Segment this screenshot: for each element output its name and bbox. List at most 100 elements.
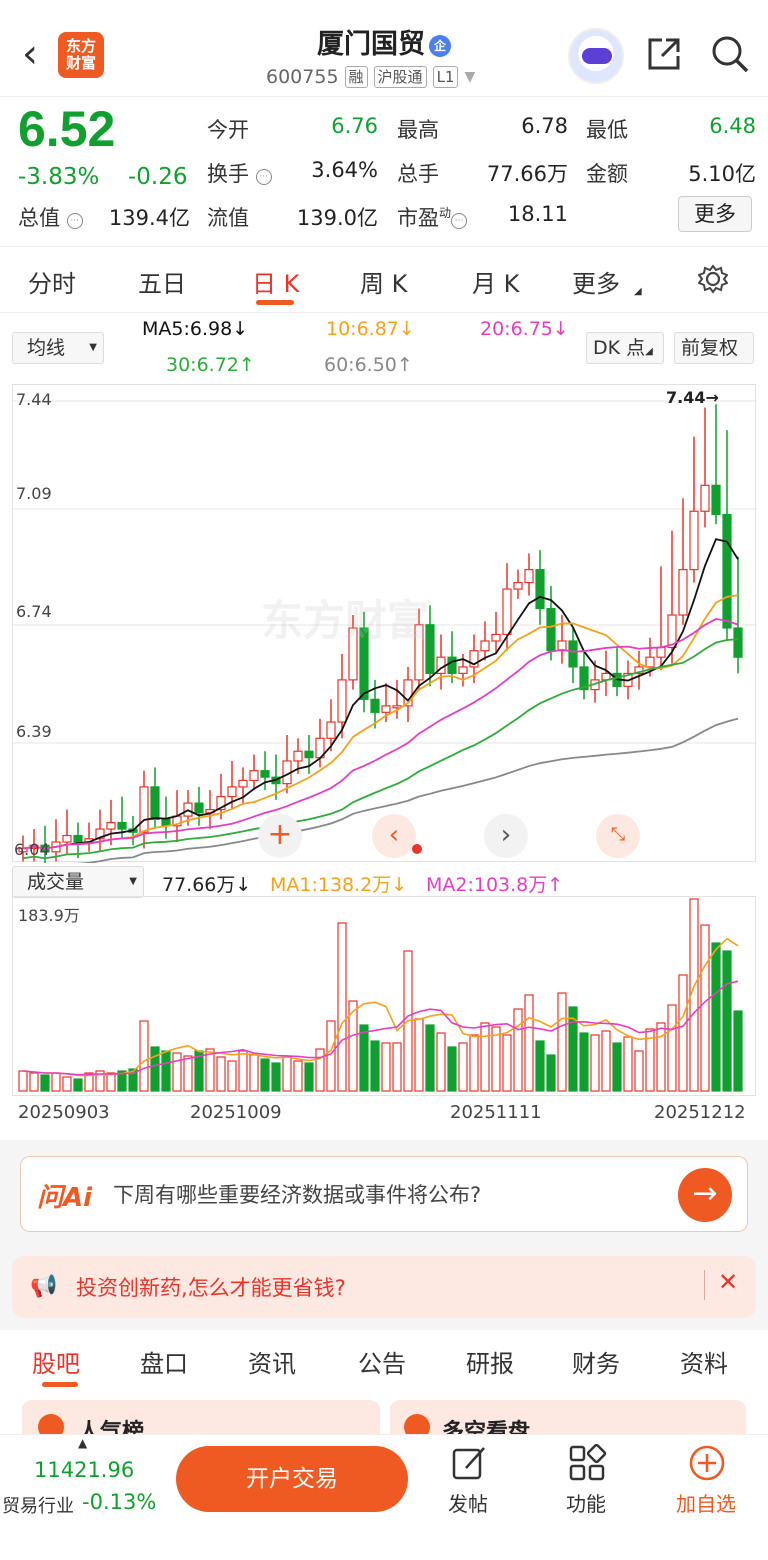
candle-body (513, 582, 523, 590)
popularity-card[interactable]: 人气榜 (22, 1400, 380, 1434)
volume-bar (139, 1020, 149, 1092)
ma5-line (22, 538, 739, 850)
tab-five-day[interactable]: 五日 (138, 264, 186, 299)
share-icon[interactable] (646, 36, 682, 72)
adjust-button[interactable]: 前复权 (674, 332, 754, 364)
tab-timeshare[interactable]: 分时 (28, 264, 76, 299)
volume-bar (601, 1030, 611, 1092)
more-button[interactable]: 更多 (678, 196, 752, 232)
add-circle-icon[interactable] (688, 1444, 726, 1482)
tab-profile[interactable]: 资料 (680, 1344, 728, 1379)
volume-bar (359, 1024, 369, 1092)
longshort-card[interactable]: 多空看盘 (390, 1400, 746, 1434)
candle-body (524, 569, 534, 584)
volume-bar (227, 1060, 237, 1092)
volume-bar (480, 1022, 490, 1092)
volume-bar (293, 1060, 303, 1092)
pe-value: 18.11 (507, 202, 568, 226)
stock-subline: 600755 融 沪股通 L1 ▼ (266, 64, 475, 90)
volume-value: 77.66万 (486, 162, 568, 186)
scroll-right-button[interactable]: › (484, 814, 528, 858)
scroll-left-button[interactable]: ‹ (372, 814, 416, 858)
function-label[interactable]: 功能 (546, 1488, 626, 1517)
tab-weekly-k[interactable]: 周 K (360, 264, 407, 299)
low-label: 最低 (586, 118, 628, 142)
volume-bar (678, 974, 688, 1092)
dk-point-button[interactable]: DK 点◢ (586, 332, 664, 364)
chevron-down-icon[interactable]: ▼ (464, 69, 475, 85)
search-icon[interactable] (710, 34, 750, 74)
index-value[interactable]: 11421.96 (34, 1458, 134, 1482)
volume-bar (381, 1042, 391, 1092)
volume-bar (612, 1042, 622, 1092)
trade-button[interactable]: 开户交易 (176, 1446, 408, 1512)
candle-body (260, 770, 270, 778)
info-icon[interactable]: ··· (451, 213, 468, 229)
volume-max-label: 183.9万 (18, 906, 80, 925)
index-name[interactable]: 贸易行业 (2, 1492, 74, 1518)
y-tick-2: 7.09 (16, 484, 52, 503)
volume-bar (667, 1004, 677, 1092)
volume-selector[interactable]: 成交量 ▼ (12, 866, 144, 898)
kline-chart[interactable]: 东方财富 (12, 384, 757, 863)
volume-chart[interactable] (12, 896, 756, 1096)
tab-announcements[interactable]: 公告 (358, 1344, 406, 1379)
turnover-label: 换手 ··· (207, 158, 272, 188)
promo-banner[interactable]: 📢 投资创新药,怎么才能更省钱? ✕ (12, 1256, 756, 1318)
volume-bar (392, 1042, 402, 1092)
app-logo: 东方 财富 (58, 32, 104, 78)
volume-bar (491, 1026, 501, 1092)
volume-bar (260, 1058, 270, 1092)
close-icon[interactable]: ✕ (718, 1268, 738, 1296)
volume-bar (535, 1040, 545, 1092)
candle-body (546, 607, 556, 652)
total-value-label: 总值 ··· (18, 202, 83, 232)
divider (0, 96, 768, 97)
volume-bar (458, 1042, 468, 1092)
candle-body (733, 627, 743, 658)
info-icon[interactable]: ··· (66, 213, 83, 229)
edit-icon[interactable] (450, 1444, 488, 1482)
add-watchlist-label[interactable]: 加自选 (666, 1488, 746, 1517)
fire-icon (38, 1414, 64, 1434)
tag-hgt: 沪股通 (373, 66, 427, 88)
tab-pankou[interactable]: 盘口 (140, 1344, 188, 1379)
volume-bar (370, 1040, 380, 1092)
info-icon[interactable]: ··· (255, 169, 272, 185)
back-icon[interactable]: ‹ (22, 34, 50, 74)
open-value: 6.76 (331, 114, 378, 138)
volume-bar (337, 922, 347, 1092)
total-value: 139.4亿 (108, 206, 190, 230)
tab-research[interactable]: 研报 (466, 1344, 514, 1379)
amount-value: 5.10亿 (688, 162, 756, 186)
volume-bar (700, 924, 710, 1092)
tab-finance[interactable]: 财务 (572, 1344, 620, 1379)
volume-bar (414, 1018, 424, 1092)
volume-bar (546, 1054, 556, 1092)
tab-more[interactable]: 更多 (572, 264, 620, 299)
volume-bar (238, 1050, 248, 1092)
post-label[interactable]: 发帖 (428, 1488, 508, 1517)
grid-icon[interactable] (568, 1444, 606, 1482)
tab-news[interactable]: 资讯 (248, 1344, 296, 1379)
tab-daily-k[interactable]: 日 K (252, 264, 299, 299)
ma60-value: 60:6.50↑ (324, 354, 413, 376)
volume-bar (161, 1050, 171, 1092)
candle-body (722, 513, 732, 629)
zoom-in-button[interactable]: + (258, 814, 302, 858)
pe-label: 市盈动··· (397, 202, 468, 232)
volume-bar (656, 1022, 666, 1092)
assistant-robot-icon[interactable] (568, 28, 624, 84)
gear-icon[interactable] (698, 264, 728, 294)
tab-guba[interactable]: 股吧 (32, 1344, 80, 1379)
fullscreen-button[interactable]: ⤡ (596, 814, 640, 858)
tab-monthly-k[interactable]: 月 K (472, 264, 519, 299)
volume-bar (634, 1050, 644, 1092)
arrow-right-icon[interactable]: → (678, 1168, 732, 1222)
high-value: 6.78 (521, 114, 568, 138)
volume-bar (469, 1034, 479, 1092)
ma-selector[interactable]: 均线 ▼ (12, 332, 104, 364)
ai-question-box[interactable]: 问Ai 下周有哪些重要经济数据或事件将公布? (20, 1156, 748, 1232)
volume-bar (172, 1052, 182, 1092)
longshort-title: 多空看盘 (442, 1420, 531, 1434)
